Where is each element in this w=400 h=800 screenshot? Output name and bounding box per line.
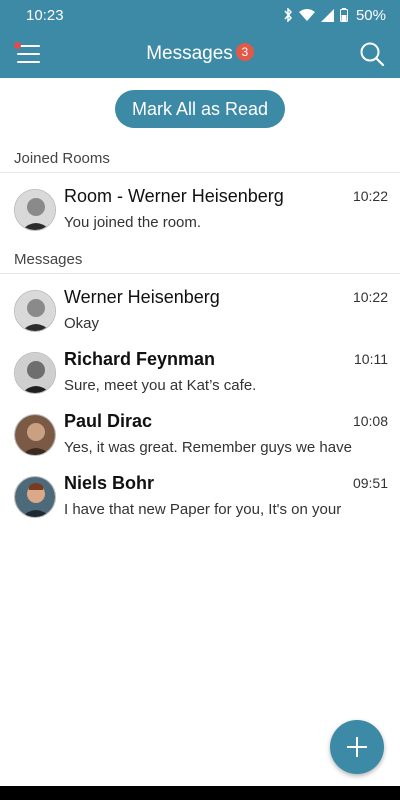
bluetooth-icon <box>284 8 292 22</box>
status-icons: 50% <box>283 7 386 24</box>
app-bar: Messages 3 <box>0 30 400 78</box>
search-button[interactable] <box>358 40 386 68</box>
avatar <box>14 476 56 518</box>
wifi-icon <box>298 8 315 21</box>
message-time: 10:22 <box>352 188 388 204</box>
message-time: 10:08 <box>352 413 388 429</box>
message-time: 10:11 <box>354 351 388 367</box>
room-name: Room - Werner Heisenberg <box>64 186 284 206</box>
add-icon <box>347 737 367 757</box>
battery-icon <box>339 8 348 22</box>
list-item[interactable]: Paul Dirac 10:08 Yes, it was great. Reme… <box>0 403 400 465</box>
list-item[interactable]: Werner Heisenberg 10:22 Okay <box>0 279 400 341</box>
mark-all-wrap: Mark All as Read <box>0 90 400 128</box>
page-title: Messages <box>146 43 233 64</box>
contact-name: Niels Bohr <box>64 473 155 493</box>
message-preview: Yes, it was great. Remember guys we have <box>64 439 352 456</box>
message-preview: You joined the room. <box>64 214 202 231</box>
avatar <box>14 290 56 332</box>
list-item[interactable]: Room - Werner Heisenberg 10:22 You joine… <box>0 178 400 240</box>
new-message-fab[interactable] <box>330 720 384 774</box>
title-wrap: Messages 3 <box>0 30 400 78</box>
list-item[interactable]: Niels Bohr 09:51 I have that new Paper f… <box>0 465 400 527</box>
section-header-joined-rooms: Joined Rooms <box>0 145 400 173</box>
message-preview: Okay <box>64 315 100 332</box>
avatar <box>14 414 56 456</box>
contact-name: Werner Heisenberg <box>64 287 220 307</box>
system-nav-bar <box>0 786 400 800</box>
status-time: 10:23 <box>26 6 64 24</box>
avatar <box>14 189 56 231</box>
unread-count-badge: 3 <box>235 43 254 61</box>
message-preview: I have that new Paper for you, It's on y… <box>64 501 342 518</box>
section-header-messages: Messages <box>0 246 400 274</box>
status-bar: 10:23 50% <box>0 0 400 30</box>
battery-percent: 50% <box>355 6 386 24</box>
search-icon <box>360 42 385 67</box>
avatar <box>14 352 56 394</box>
mark-all-read-button[interactable]: Mark All as Read <box>114 90 286 128</box>
message-preview: Sure, meet you at Kat’s cafe. <box>64 377 257 394</box>
signal-icon <box>320 8 334 22</box>
contact-name: Richard Feynman <box>64 349 216 369</box>
message-time: 10:22 <box>352 289 388 305</box>
list-item[interactable]: Richard Feynman 10:11 Sure, meet you at … <box>0 341 400 403</box>
message-time: 09:51 <box>352 475 388 491</box>
contact-name: Paul Dirac <box>64 411 153 431</box>
